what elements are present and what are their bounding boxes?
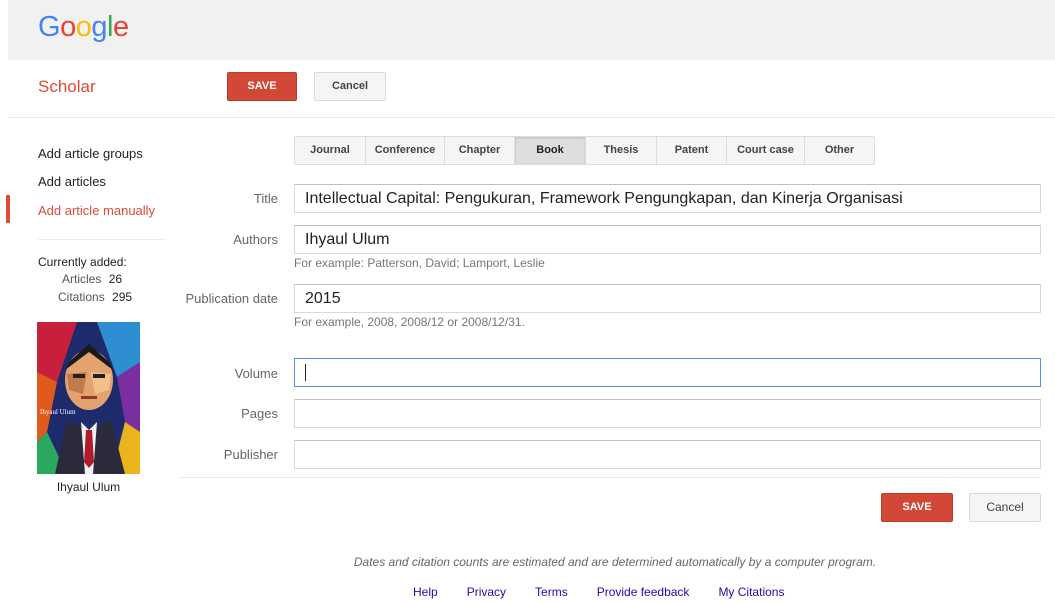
logo-letter-5: e [112,11,129,43]
tab-patent[interactable]: Patent [657,137,727,164]
authors-field[interactable]: Ihyaul Ulum [294,225,1041,254]
active-indicator [6,195,10,223]
sidebar-item-add-articles[interactable]: Add articles [38,174,106,189]
publication-date-field[interactable]: 2015 [294,284,1041,313]
footer-link-help[interactable]: Help [413,585,438,599]
action-bar: Scholar SAVE Cancel [8,60,1055,118]
publication-date-label: Publication date [185,291,278,306]
citations-count: 295 [112,290,133,304]
photo-caption-text: Ihyaul Ulum [40,408,76,416]
sidebar-divider [38,239,166,240]
title-field[interactable]: Intellectual Capital: Pengukuran, Framew… [294,184,1041,213]
form-divider [178,477,1041,478]
bottom-save-button[interactable]: SAVE [881,493,953,522]
tab-court-case[interactable]: Court case [727,137,805,164]
google-logo[interactable]: Google [38,11,129,44]
tab-journal[interactable]: Journal [295,137,366,164]
bottom-cancel-button[interactable]: Cancel [969,493,1041,522]
authors-hint: For example: Patterson, David; Lamport, … [294,256,545,270]
logo-letter-1: o [60,11,76,43]
logo-letter-3: g [91,11,107,43]
currently-added-label: Currently added: [38,255,127,269]
authors-label: Authors [233,232,278,247]
publisher-field[interactable] [294,440,1041,469]
footer-link-terms[interactable]: Terms [535,585,568,599]
footer-links: Help Privacy Terms Provide feedback My C… [413,585,813,599]
cancel-button[interactable]: Cancel [314,72,386,101]
scholar-title[interactable]: Scholar [38,77,96,97]
articles-count: 26 [108,272,123,286]
sidebar-item-add-article-groups[interactable]: Add article groups [38,146,143,161]
articles-label: Articles [62,272,102,286]
footer-link-provide-feedback[interactable]: Provide feedback [597,585,690,599]
volume-field[interactable] [294,358,1041,387]
citations-label: Citations [58,290,105,304]
tab-thesis[interactable]: Thesis [586,137,657,164]
footer-disclaimer: Dates and citation counts are estimated … [353,555,877,569]
tab-conference[interactable]: Conference [366,137,445,164]
citations-stat: Citations 295 [58,290,132,304]
publication-type-tabs: Journal Conference Chapter Book Thesis P… [294,136,875,165]
text-cursor [305,364,306,382]
tab-other[interactable]: Other [805,137,874,164]
profile-name[interactable]: Ihyaul Ulum [37,480,140,494]
publisher-label: Publisher [223,447,278,462]
pages-field[interactable] [294,399,1041,428]
footer-link-my-citations[interactable]: My Citations [718,585,784,599]
tab-chapter[interactable]: Chapter [445,137,515,164]
tab-book[interactable]: Book [515,137,586,164]
logo-letter-2: o [75,11,92,43]
sidebar-item-add-article-manually[interactable]: Add article manually [38,203,155,218]
footer-link-privacy[interactable]: Privacy [467,585,506,599]
save-button[interactable]: SAVE [227,72,297,101]
logo-letter-0: G [38,11,61,43]
volume-label: Volume [234,366,278,381]
publication-date-hint: For example, 2008, 2008/12 or 2008/12/31… [294,315,525,329]
articles-stat: Articles 26 [62,272,122,286]
pages-label: Pages [241,406,278,421]
top-bar: Google [8,0,1055,60]
profile-photo[interactable]: Ihyaul Ulum [37,322,140,474]
title-label: Title [253,191,278,206]
